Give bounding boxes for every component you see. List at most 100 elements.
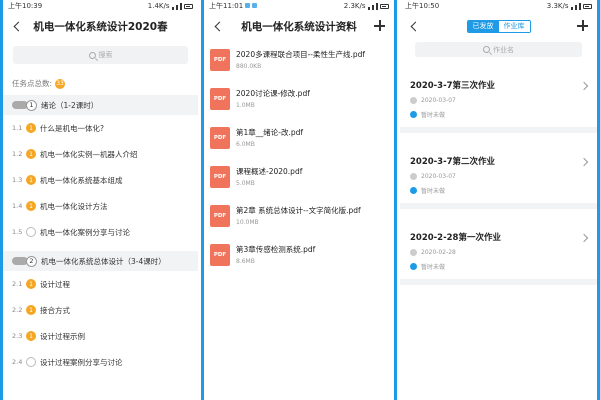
status-icons: 3.3K/s [547,2,592,10]
lesson-title: 机电一体化实例—机器人介绍 [40,149,138,159]
file-info: 第2章 系统总体设计--文字简化版.pdf 10.0MB [236,205,361,226]
battery-icon [380,3,389,9]
homework-title: 2020-3-7第三次作业 [410,81,496,91]
homework-title: 2020-3-7第二次作业 [410,157,496,167]
tab-published[interactable]: 已发放 [467,20,499,32]
course-files-screen: 上午11:01 2.3K/s 机电一体化系统设计资料 PDF 2020多课程联合… [201,0,397,400]
pdf-file-icon: PDF [210,48,230,71]
task-done-icon: 1 [26,149,36,159]
search-placeholder: 搜索 [98,51,113,59]
homework-status: 暂时未做 [421,112,446,119]
file-info: 第1章__绪论-改.pdf 6.0MB [236,127,303,148]
file-info: 第3章传感检测系统.pdf 8.6MB [236,244,315,265]
file-name: 课程概述-2020.pdf [236,167,303,176]
back-icon[interactable] [11,19,23,33]
lesson-number: 2.2 [12,306,23,314]
search-placeholder: 作业名 [493,45,514,54]
lesson-title: 机电一体化案例分享与讨论 [40,227,130,237]
notification-icon [245,3,251,8]
lesson-title: 机电一体化设计方法 [40,201,108,211]
search-input[interactable]: 作业名 [415,42,582,57]
search-icon [483,46,490,53]
chapter-title: 机电一体化系统总体设计（3-4课时） [41,256,166,266]
signal-icon [367,2,378,10]
lesson-item[interactable]: 1.5 机电一体化案例分享与讨论 [3,219,198,245]
status-icon [410,263,417,270]
network-speed: 2.3K/s [343,2,366,10]
status-icon [410,187,417,194]
lesson-item[interactable]: 1.4 1 机电一体化设计方法 [3,193,198,219]
network-speed: 1.4K/s [147,2,170,10]
status-bar: 上午11:01 2.3K/s [204,0,394,12]
chapter-header[interactable]: 1 绪论（1-2课时） [3,95,198,115]
lesson-item[interactable]: 1.3 1 机电一体化系统基本组成 [3,167,198,193]
add-icon[interactable] [373,19,386,32]
lesson-number: 2.3 [12,332,23,340]
homework-item[interactable]: 2020-3-7第二次作业 2020-03-07 暂时未做 [400,145,597,209]
task-total-label: 任务点总数: [12,79,53,88]
lesson-title: 设计过程示例 [40,331,85,341]
homework-item[interactable]: 2020-3-7第三次作业 2020-03-07 暂时未做 [400,69,597,133]
task-done-icon: 1 [26,331,36,341]
homework-date-row: 2020-02-28 [410,249,587,256]
page-title: 机电一体化系统设计2020春 [33,20,168,33]
pdf-file-icon: PDF [210,204,230,227]
add-icon[interactable] [576,19,589,32]
lesson-item[interactable]: 2.1 1 设计过程 [3,271,198,297]
battery-icon [583,3,592,9]
file-info: 2020讨论课-修改.pdf 1.0MB [236,88,310,109]
back-icon[interactable] [212,19,224,33]
course-chapters-screen: 上午10:39 1.4K/s 机电一体化系统设计2020春 搜索 任务点总数: … [0,0,198,400]
pdf-file-icon: PDF [210,87,230,110]
homework-item[interactable]: 2020-2-28第一次作业 2020-02-28 暂时未做 [400,221,597,285]
lesson-title: 接合方式 [40,305,70,315]
chapter-header[interactable]: 2 机电一体化系统总体设计（3-4课时） [3,251,198,271]
page-title: 机电一体化系统设计资料 [241,20,357,33]
lesson-item[interactable]: 2.3 1 设计过程示例 [3,323,198,349]
lesson-number: 1.4 [12,202,23,210]
file-item[interactable]: PDF 2020多课程联合项目--柔性生产线.pdf 880.0KB [204,40,394,79]
lesson-item[interactable]: 2.4 设计过程案例分享与讨论 [3,349,198,375]
homework-date: 2020-03-07 [421,173,456,180]
chapter-title: 绪论（1-2课时） [41,100,99,110]
homework-date: 2020-02-28 [421,249,456,256]
homework-status-row: 暂时未做 [410,186,587,195]
signal-icon [570,2,581,10]
status-icon [410,111,417,118]
lesson-item[interactable]: 1.2 1 机电一体化实例—机器人介绍 [3,141,198,167]
file-size: 10.0MB [236,219,259,226]
file-size: 5.0MB [236,180,255,187]
task-done-icon: 1 [26,279,36,289]
lesson-item[interactable]: 2.2 1 接合方式 [3,297,198,323]
search-input[interactable]: 搜索 [13,46,188,64]
file-item[interactable]: PDF 2020讨论课-修改.pdf 1.0MB [204,79,394,118]
task-done-icon: 1 [26,123,36,133]
file-size: 1.0MB [236,102,255,109]
homework-tabs: 已发放 作业库 [466,19,531,33]
file-name: 2020多课程联合项目--柔性生产线.pdf [236,50,366,59]
file-item[interactable]: PDF 第1章__绪论-改.pdf 6.0MB [204,118,394,157]
file-name: 第1章__绪论-改.pdf [236,128,304,137]
signal-icon [171,2,182,10]
file-item[interactable]: PDF 第2章 系统总体设计--文字简化版.pdf 10.0MB [204,196,394,235]
pdf-file-icon: PDF [210,165,230,188]
status-time: 上午10:39 [8,2,43,10]
task-pending-icon [26,357,36,367]
lesson-number: 2.4 [12,358,23,366]
file-item[interactable]: PDF 课程概述-2020.pdf 5.0MB [204,157,394,196]
task-done-icon: 1 [26,305,36,315]
file-info: 2020多课程联合项目--柔性生产线.pdf 880.0KB [236,49,365,70]
status-time: 上午10:50 [405,2,440,10]
status-time-text: 上午11:01 [209,2,244,10]
search-icon [88,51,96,59]
tab-library[interactable]: 作业库 [498,20,530,32]
lesson-title: 设计过程案例分享与讨论 [40,357,123,367]
pdf-file-icon: PDF [210,243,230,266]
file-size: 8.6MB [236,258,255,265]
lesson-title: 什么是机电一体化? [40,123,104,133]
back-icon[interactable] [408,19,420,33]
lesson-item[interactable]: 1.1 1 什么是机电一体化? [3,115,198,141]
lesson-title: 设计过程 [40,279,70,289]
file-item[interactable]: PDF 第3章传感检测系统.pdf 8.6MB [204,235,394,274]
file-info: 课程概述-2020.pdf 5.0MB [236,166,302,187]
